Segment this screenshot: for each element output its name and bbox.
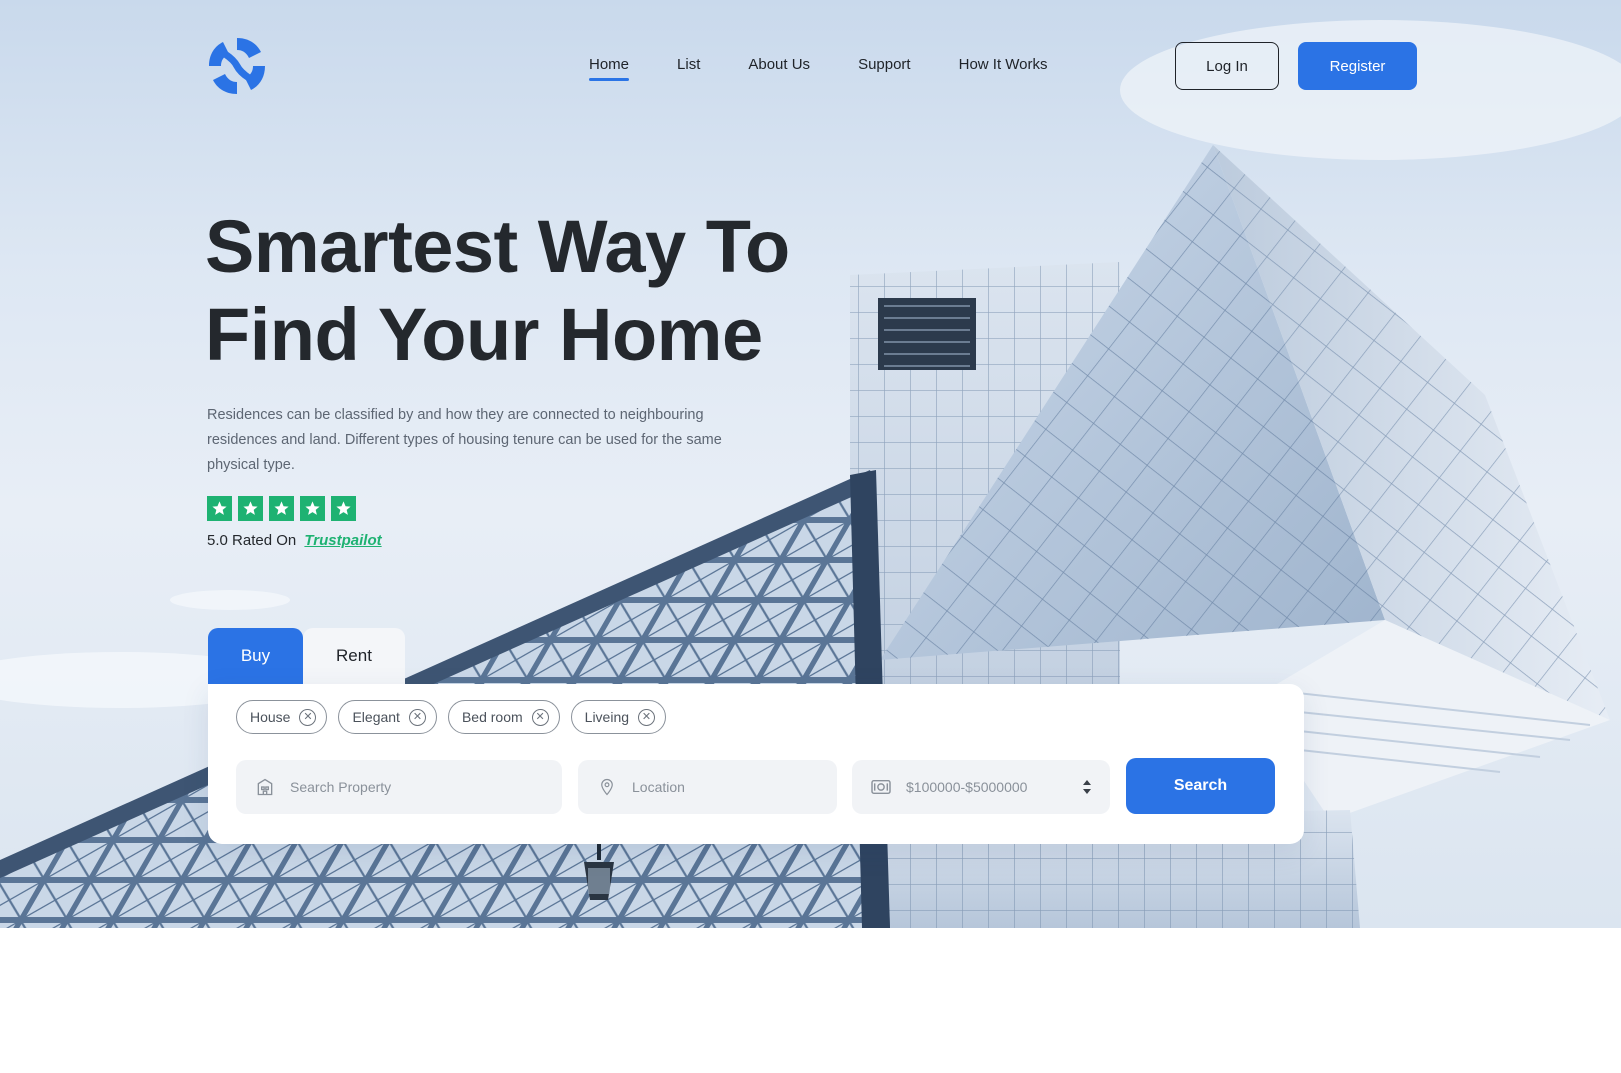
nav-list[interactable]: List (677, 56, 700, 79)
money-icon (870, 776, 892, 798)
close-icon[interactable]: ✕ (299, 708, 317, 726)
hero-title-line1: Smartest Way To (205, 205, 790, 288)
price-range-select[interactable]: $100000-$5000000 (852, 760, 1110, 814)
location-placeholder: Location (632, 779, 685, 795)
search-button[interactable]: Search (1126, 758, 1275, 814)
hero-title-line2: Find Your Home (205, 293, 763, 376)
login-button[interactable]: Log In (1175, 42, 1279, 90)
search-panel: House ✕ Elegant ✕ Bed room ✕ Liveing ✕ Searc… (208, 684, 1304, 844)
rating-text: 5.0 Rated On Trustpailot (207, 532, 382, 549)
chip-house[interactable]: House ✕ (236, 700, 328, 734)
star-icon (269, 496, 294, 521)
nav-how-it-works[interactable]: How It Works (959, 56, 1048, 79)
star-icon (300, 496, 325, 521)
tab-buy[interactable]: Buy (208, 628, 303, 684)
trustpilot-link[interactable]: Trustpailot (304, 532, 381, 549)
register-button[interactable]: Register (1298, 42, 1417, 90)
chip-label: Liveing (584, 709, 630, 725)
nav-home[interactable]: Home (589, 56, 630, 81)
location-pin-icon (596, 776, 618, 798)
hero-description: Residences can be classified by and how … (207, 407, 722, 473)
hero-section: Home List About Us Support How It Works … (0, 0, 1621, 928)
chip-elegant[interactable]: Elegant ✕ (338, 700, 437, 734)
hero-title: Smartest Way To Find Your Home (205, 203, 790, 379)
chip-label: Bed room (461, 709, 523, 725)
close-icon[interactable]: ✕ (408, 708, 426, 726)
star-icon (207, 496, 232, 521)
nav-about-us[interactable]: About Us (748, 56, 810, 79)
chip-label: Elegant (352, 709, 400, 725)
chip-label: House (250, 709, 291, 725)
swirl-logo-icon[interactable] (205, 34, 269, 98)
tab-rent[interactable]: Rent (303, 628, 405, 684)
search-property-placeholder: Search Property (290, 779, 392, 795)
rating-stars (207, 496, 356, 521)
close-icon[interactable]: ✕ (638, 708, 656, 726)
nav-support[interactable]: Support (858, 56, 911, 79)
price-range-value: $100000-$5000000 (906, 779, 1028, 795)
chip-liveing[interactable]: Liveing ✕ (570, 700, 667, 734)
main-nav: Home List About Us Support How It Works (589, 56, 1048, 81)
sort-arrows-icon[interactable] (1082, 777, 1092, 797)
rating-label: 5.0 Rated On (207, 532, 297, 549)
close-icon[interactable]: ✕ (531, 708, 549, 726)
star-icon (331, 496, 356, 521)
chip-bed-room[interactable]: Bed room ✕ (447, 700, 560, 734)
star-icon (238, 496, 263, 521)
filter-chips: House ✕ Elegant ✕ Bed room ✕ Liveing ✕ (236, 700, 667, 734)
location-input[interactable]: Location (578, 760, 837, 814)
house-icon (254, 776, 276, 798)
search-property-input[interactable]: Search Property (236, 760, 562, 814)
